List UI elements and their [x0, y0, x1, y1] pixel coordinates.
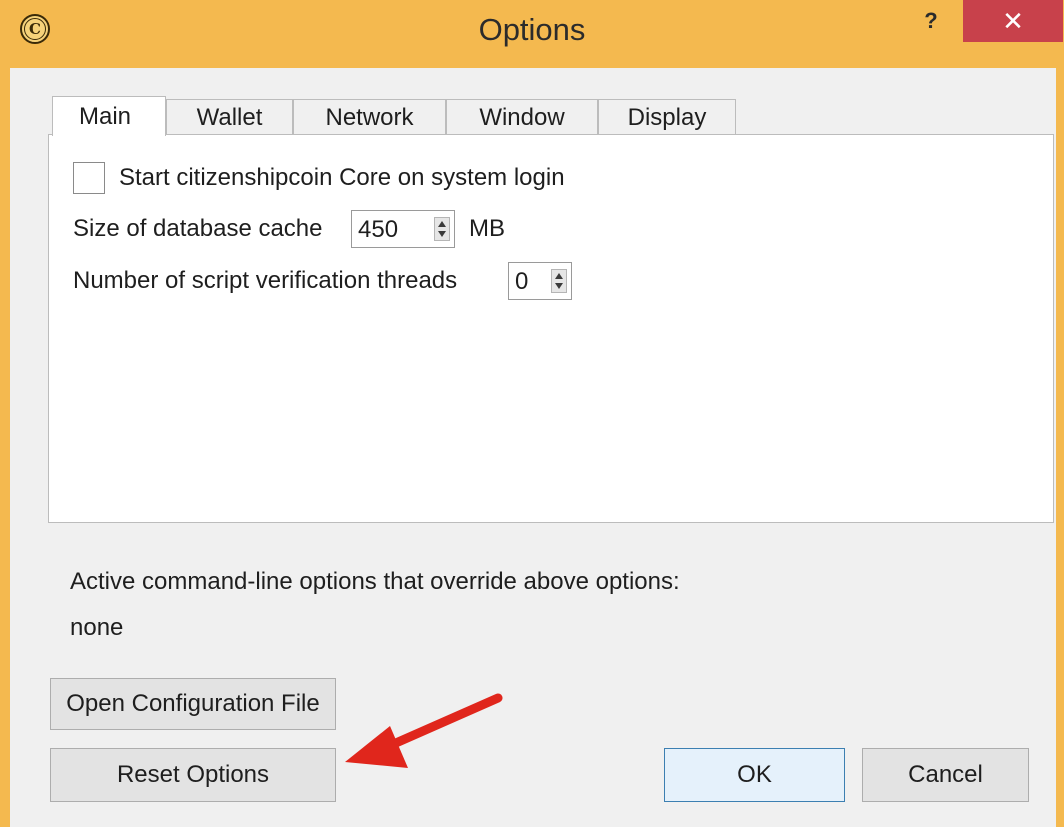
overrides-value: none — [70, 614, 124, 641]
db-cache-spinbox[interactable]: 450 — [351, 210, 455, 248]
red-arrow-icon — [345, 693, 503, 768]
script-threads-spinbox[interactable]: 0 — [508, 262, 572, 300]
script-threads-stepper[interactable] — [551, 269, 567, 293]
db-cache-label: Size of database cache — [73, 215, 323, 242]
ok-button[interactable]: OK — [664, 748, 845, 802]
tab-display[interactable]: Display — [598, 99, 736, 135]
db-cache-stepper[interactable] — [434, 217, 450, 241]
db-cache-unit: MB — [469, 215, 505, 242]
cancel-button[interactable]: Cancel — [862, 748, 1029, 802]
main-tab-panel: Start citizenshipcoin Core on system log… — [48, 134, 1054, 523]
tab-network[interactable]: Network — [293, 99, 446, 135]
tab-wallet[interactable]: Wallet — [166, 99, 293, 135]
spin-up-icon[interactable] — [555, 273, 563, 279]
spin-down-icon[interactable] — [555, 283, 563, 289]
start-on-login-checkbox[interactable] — [73, 162, 105, 194]
options-dialog: C Options ? ✕ Main Wallet Network Window… — [0, 0, 1064, 827]
script-threads-value[interactable]: 0 — [515, 268, 528, 296]
tab-main[interactable]: Main — [52, 96, 166, 136]
window-title: Options — [478, 12, 586, 47]
db-cache-value[interactable]: 450 — [358, 216, 398, 244]
spin-down-icon[interactable] — [438, 231, 446, 237]
start-on-login-label: Start citizenshipcoin Core on system log… — [119, 164, 565, 191]
script-threads-label: Number of script verification threads — [73, 267, 458, 294]
help-button[interactable]: ? — [910, 4, 952, 38]
tab-window[interactable]: Window — [446, 99, 598, 135]
dialog-body: Main Wallet Network Window Display Start… — [10, 68, 1056, 827]
open-configuration-file-button[interactable]: Open Configuration File — [50, 678, 336, 730]
overrides-label: Active command-line options that overrid… — [70, 568, 680, 595]
title-bar[interactable]: C Options ? ✕ — [0, 0, 1064, 68]
close-button[interactable]: ✕ — [963, 0, 1063, 42]
close-icon: ✕ — [1002, 5, 1024, 36]
spin-up-icon[interactable] — [438, 221, 446, 227]
reset-options-button[interactable]: Reset Options — [50, 748, 336, 802]
